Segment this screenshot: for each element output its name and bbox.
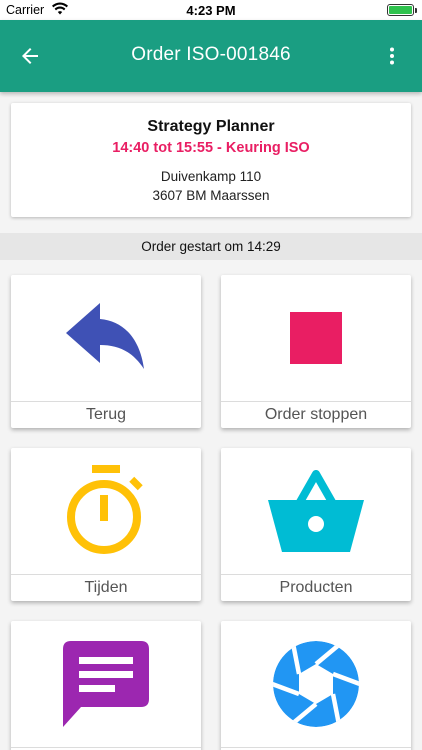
reply-arrow-icon xyxy=(11,275,201,401)
tile-label: Order stoppen xyxy=(264,406,368,423)
message-icon xyxy=(11,621,201,747)
stop-square-icon xyxy=(221,275,411,401)
photos-tile[interactable] xyxy=(221,621,411,750)
battery-nub xyxy=(415,8,417,13)
tile-label: Terug xyxy=(85,406,127,423)
order-status-banner: Order gestart om 14:29 xyxy=(0,233,422,260)
camera-shutter-icon xyxy=(221,621,411,747)
order-timeslot: 14:40 tot 15:55 - Keuring ISO xyxy=(112,140,310,156)
address-city: 3607 BM Maarssen xyxy=(152,188,270,203)
notes-tile[interactable] xyxy=(11,621,201,750)
tile-divider xyxy=(11,574,201,575)
tile-divider xyxy=(221,401,411,402)
page-title: Order ISO-001846 xyxy=(131,44,291,65)
stop-order-tile[interactable]: Order stoppen xyxy=(221,275,411,428)
more-vertical-icon[interactable] xyxy=(380,44,404,68)
tile-label: Producten xyxy=(279,579,353,596)
company-name: Strategy Planner xyxy=(147,118,275,135)
app-bar: Order ISO-001846 xyxy=(0,20,422,92)
stopwatch-icon xyxy=(11,448,201,574)
order-info-card: Strategy Planner 14:40 tot 15:55 - Keuri… xyxy=(11,103,411,217)
status-bar: Carrier 4:23 PM xyxy=(0,0,422,20)
status-time: 4:23 PM xyxy=(186,3,236,18)
battery-fill xyxy=(389,6,412,14)
times-tile[interactable]: Tijden xyxy=(11,448,201,601)
battery-icon xyxy=(387,4,417,16)
products-tile[interactable]: Producten xyxy=(221,448,411,601)
tile-divider xyxy=(11,401,201,402)
address-street: Duivenkamp 110 xyxy=(160,169,262,184)
back-tile[interactable]: Terug xyxy=(11,275,201,428)
basket-icon xyxy=(221,448,411,574)
tile-label: Tijden xyxy=(84,579,128,596)
tile-divider xyxy=(221,747,411,748)
tile-divider xyxy=(221,574,411,575)
tile-divider xyxy=(11,747,201,748)
